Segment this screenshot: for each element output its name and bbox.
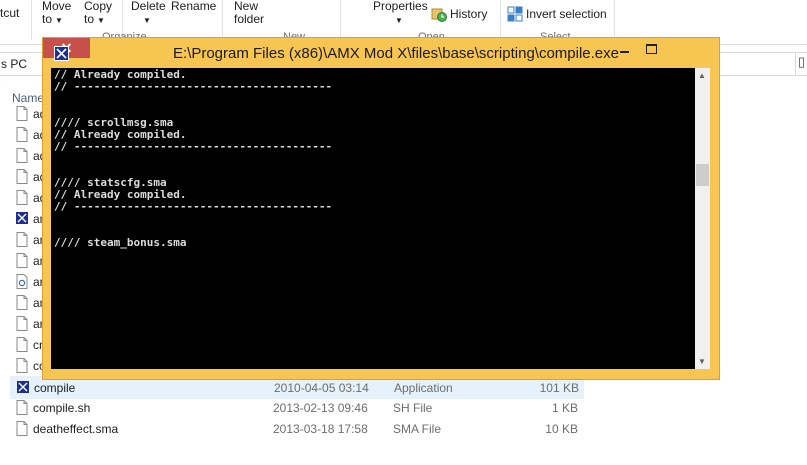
minimize-button[interactable] xyxy=(610,38,639,58)
file-name: compile.sh xyxy=(33,401,91,415)
file-name: deatheffect.sma xyxy=(33,422,119,436)
dropdown-arrow-icon: ▼ xyxy=(395,16,403,25)
dropdown-arrow-icon: ▼ xyxy=(55,16,63,25)
file-date: 2013-03-18 17:58 xyxy=(273,422,368,436)
ribbon-divider xyxy=(614,0,615,40)
console-scrollbar[interactable]: ▲ ▼ xyxy=(695,68,710,369)
console-output[interactable]: // Already compiled.// -----------------… xyxy=(51,68,695,369)
file-icon xyxy=(16,232,28,247)
address-bar-right[interactable] xyxy=(715,52,796,76)
minimize-icon xyxy=(620,51,629,53)
properties-label: Properties xyxy=(373,0,428,13)
cut-button[interactable]: tcut xyxy=(0,7,19,20)
scroll-up-icon[interactable]: ▲ xyxy=(698,71,706,80)
history-icon[interactable] xyxy=(431,6,447,22)
rename-button[interactable]: Rename xyxy=(171,0,216,13)
invert-selection-button[interactable]: Invert selection xyxy=(526,8,607,21)
console-line: // -------------------------------------… xyxy=(54,200,333,213)
console-text: // Already compiled.// -----------------… xyxy=(54,69,332,249)
file-icon xyxy=(16,148,28,163)
file-type: SH File xyxy=(393,401,433,415)
console-window[interactable]: E:\Program Files (x86)\AMX Mod X\files\b… xyxy=(42,37,720,380)
file-icon xyxy=(16,106,28,121)
scroll-down-icon[interactable]: ▼ xyxy=(698,357,706,366)
scrollbar-thumb[interactable] xyxy=(696,164,709,186)
ribbon-divider xyxy=(222,0,223,40)
breadcrumb[interactable]: s PC xyxy=(1,57,27,71)
file-icon xyxy=(16,127,28,142)
delete-label: Delete xyxy=(131,0,166,13)
new-folder-label-2: folder xyxy=(234,12,265,26)
file-icon xyxy=(16,358,28,373)
dropdown-arrow-icon: ▼ xyxy=(97,16,105,25)
file-row[interactable]: deatheffect.sma 2013-03-18 17:58 SMA File 1… xyxy=(10,418,582,439)
new-folder-button[interactable]: New folder xyxy=(234,0,264,26)
file-icon xyxy=(16,421,28,436)
maximize-button[interactable] xyxy=(637,38,666,58)
invert-selection-icon[interactable] xyxy=(507,6,523,22)
console-titlebar[interactable]: E:\Program Files (x86)\AMX Mod X\files\b… xyxy=(43,38,719,68)
file-size: 10 KB xyxy=(545,422,578,436)
properties-button[interactable]: Properties ▼ xyxy=(373,0,428,27)
move-to-button[interactable]: Move to ▼ xyxy=(42,0,71,27)
file-icon xyxy=(16,337,28,352)
console-line: //// steam_bonus.sma xyxy=(54,236,187,249)
file-icon xyxy=(16,295,28,310)
config-file-icon xyxy=(16,274,28,289)
file-icon xyxy=(16,190,28,205)
console-line: // -------------------------------------… xyxy=(54,140,333,153)
ribbon-divider xyxy=(500,0,501,40)
maximize-icon xyxy=(646,44,657,54)
file-date: 2013-02-13 09:46 xyxy=(273,401,368,415)
console-line: // -------------------------------------… xyxy=(54,80,333,93)
file-icon xyxy=(16,253,28,268)
dropdown-arrow-icon: ▼ xyxy=(143,16,151,25)
amx-app-icon xyxy=(16,212,28,224)
ribbon-divider xyxy=(31,0,32,40)
copy-to-button[interactable]: Copy to ▼ xyxy=(84,0,112,27)
file-icon xyxy=(16,169,28,184)
move-to-label-2: to xyxy=(42,12,53,26)
file-date: 2010-04-05 03:14 xyxy=(274,381,369,395)
file-type: SMA File xyxy=(393,422,442,436)
amx-app-icon xyxy=(17,381,29,393)
search-icon: ▯ xyxy=(798,54,806,69)
file-type: Application xyxy=(394,381,453,395)
delete-button[interactable]: Delete ▼ xyxy=(131,0,166,27)
file-icon xyxy=(16,316,28,331)
copy-to-label-2: to xyxy=(84,12,95,26)
history-button[interactable]: History xyxy=(450,8,487,21)
ribbon-divider xyxy=(340,0,341,40)
file-size: 1 KB xyxy=(551,401,578,415)
file-name: compile xyxy=(34,381,76,395)
file-icon xyxy=(16,400,28,415)
search-box[interactable]: ▯ xyxy=(795,52,807,76)
file-row[interactable]: compile.sh 2013-02-13 09:46 SH File 1 KB xyxy=(10,397,582,418)
file-size: 101 KB xyxy=(539,381,579,395)
